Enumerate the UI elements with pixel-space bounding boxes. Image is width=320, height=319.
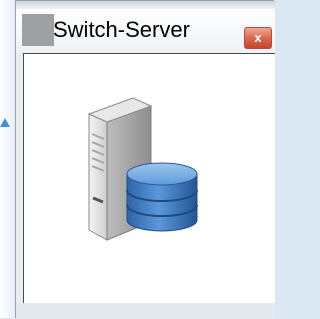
window-title: Switch-Server	[53, 17, 190, 42]
server-database-icon	[87, 97, 198, 241]
window-top-edge	[16, 1, 275, 9]
close-button[interactable]: x	[244, 27, 272, 49]
dialog-content	[23, 53, 275, 303]
switch-server-dialog: Switch-Server x	[15, 0, 275, 319]
app-icon	[22, 14, 54, 46]
close-icon: x	[254, 30, 262, 45]
up-arrow-icon	[0, 118, 10, 127]
dialog-bottom-edge	[16, 303, 275, 319]
background-strip	[0, 0, 15, 318]
